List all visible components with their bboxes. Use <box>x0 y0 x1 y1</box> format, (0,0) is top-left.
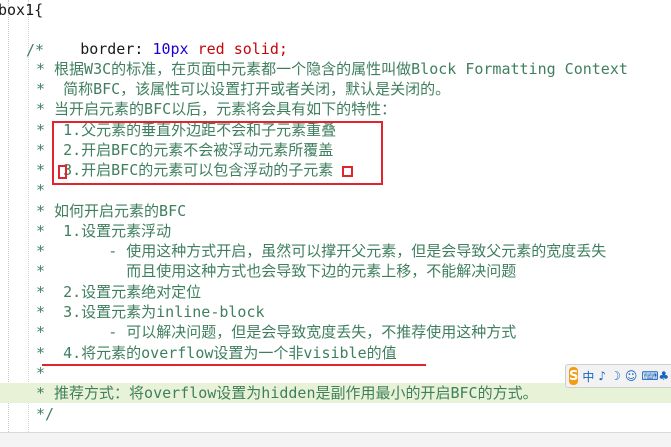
keyboard-icon[interactable]: ⌨ <box>641 369 658 383</box>
chinese-mode-icon[interactable]: 中 <box>582 368 594 385</box>
code-line-11[interactable]: * 如何开启元素的BFC <box>0 201 671 221</box>
comment-text: * - 可以解决问题，但是会导致宽度丢失，不推荐使用这种方式 <box>36 323 517 341</box>
comment-text: * 3.设置元素为inline-block <box>36 303 265 321</box>
comment-text: * 1.设置元素浮动 <box>36 222 172 240</box>
selector-text: box1{ <box>0 1 44 19</box>
annotation-mark-left <box>58 165 67 179</box>
code-line-21[interactable]: */ <box>0 404 671 424</box>
annotation-box-features <box>52 121 383 185</box>
code-line-18[interactable]: * 4.将元素的overflow设置为一个非visible的值 <box>0 343 671 363</box>
comment-open: /* <box>26 41 45 59</box>
code-line-17[interactable]: * - 可以解决问题，但是会导致宽度丢失，不推荐使用这种方式 <box>0 322 671 342</box>
emoji-icon[interactable]: ☺ <box>625 369 638 383</box>
code-line-15[interactable]: * 2.设置元素绝对定位 <box>0 282 671 302</box>
comment-close: */ <box>36 405 55 423</box>
comment-text: * 2.设置元素绝对定位 <box>36 283 202 301</box>
code-line-13[interactable]: * - 使用这种方式开启，虽然可以撑开父元素，但是会导致父元素的宽度丢失 <box>0 241 671 261</box>
code-line-2[interactable]: border: 10px red solid; <box>0 19 671 58</box>
code-line-12[interactable]: * 1.设置元素浮动 <box>0 221 671 241</box>
code-line-6[interactable]: * 当开启元素的BFC以后，元素将会具有如下的特性： <box>0 99 671 119</box>
moon-icon[interactable]: ☽ <box>610 369 621 383</box>
code-line-16[interactable]: * 3.设置元素为inline-block <box>0 302 671 322</box>
annotation-mark-right <box>342 166 353 177</box>
code-line-3[interactable]: /* <box>0 40 671 60</box>
status-bar <box>0 432 671 447</box>
ime-toolbar[interactable]: S 中 ♪ ☽ ☺ ⌨ ♣ ⊞ <box>565 364 671 388</box>
comment-text: * - 使用这种方式开启，虽然可以撑开父元素，但是会导致父元素的宽度丢失 <box>36 242 607 260</box>
code-line-14[interactable]: * 而且使用这种方式也会导致下边的元素上移，不能解决问题 <box>0 261 671 281</box>
skin-icon[interactable]: ♣ <box>658 369 669 383</box>
annotation-underline-overflow <box>42 364 426 366</box>
comment-text: * <box>36 181 46 199</box>
comment-text: * 4.将元素的overflow设置为一个非visible的值 <box>36 344 397 362</box>
code-line-5[interactable]: * 简称BFC，该属性可以设置打开或者关闭，默认是关闭的。 <box>0 79 671 99</box>
code-line-4[interactable]: * 根据W3C的标准，在页面中元素都一个隐含的属性叫做Block Formatt… <box>0 59 671 79</box>
comment-text: * 如何开启元素的BFC <box>36 202 187 220</box>
sogou-logo-icon[interactable]: S <box>569 367 579 385</box>
comment-text: * 推荐方式：将overflow设置为hidden是副作用最小的开启BFC的方式… <box>36 384 538 402</box>
comment-text: * 而且使用这种方式也会导致下边的元素上移，不能解决问题 <box>36 262 517 280</box>
comment-text: * 当开启元素的BFC以后，元素将会具有如下的特性： <box>36 100 397 118</box>
comment-text: * 简称BFC，该属性可以设置打开或者关闭，默认是关闭的。 <box>36 80 451 98</box>
code-line-1[interactable]: box1{ <box>0 0 671 20</box>
comment-text: * <box>36 364 46 382</box>
punctuation-icon[interactable]: ♪ <box>598 369 606 383</box>
comment-text: * 根据W3C的标准，在页面中元素都一个隐含的属性叫做Block Formatt… <box>36 60 628 78</box>
